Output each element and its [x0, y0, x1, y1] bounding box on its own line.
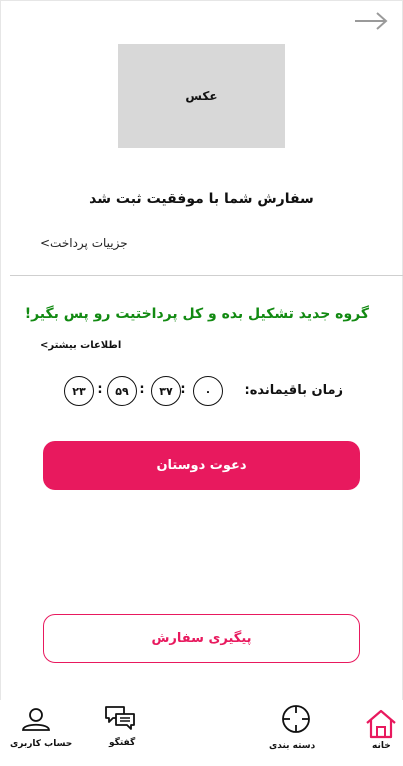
track-order-button[interactable]: پیگیری سفارش — [43, 614, 360, 663]
order-photo: عکس — [118, 44, 285, 148]
user-icon — [22, 708, 50, 731]
timer-label: زمان باقیمانده: — [244, 383, 343, 398]
nav-item-account[interactable]: حساب کاربری — [0, 700, 80, 762]
chat-icon — [105, 706, 135, 730]
timer-days: ۰ — [193, 376, 223, 406]
nav-label-account: حساب کاربری — [10, 739, 73, 749]
divider — [10, 275, 403, 276]
timer-separator: : — [97, 382, 103, 397]
photo-label: عکس — [185, 89, 218, 103]
timer-seconds: ۲۳ — [64, 376, 94, 406]
timer-hours: ۳۷ — [151, 376, 181, 406]
bottom-nav: حساب کاربری گفتگو دسته بندی خانه — [0, 700, 403, 766]
arrow-right-icon[interactable] — [353, 8, 389, 34]
nav-label-categories: دسته بندی — [269, 741, 316, 751]
nav-item-categories[interactable]: دسته بندی — [262, 700, 326, 762]
success-title: سفارش شما با موفقیت ثبت شد — [89, 191, 314, 207]
more-info-link[interactable]: اطلاعات بیشتر> — [40, 340, 121, 351]
promo-headline: گروه جدید تشکیل بده و کل پرداختیت رو پس … — [24, 306, 369, 322]
timer-minutes: ۵۹ — [107, 376, 137, 406]
nav-label-chat: گفتگو — [109, 738, 136, 748]
payment-details-link[interactable]: جزییات پرداخت> — [40, 236, 128, 250]
crosshair-icon — [282, 705, 310, 733]
nav-label-home: خانه — [372, 741, 391, 751]
invite-friends-button[interactable]: دعوت دوستان — [43, 441, 360, 490]
nav-item-home[interactable]: خانه — [360, 700, 403, 762]
home-icon — [366, 709, 396, 739]
timer-separator: : — [139, 382, 145, 397]
nav-item-chat[interactable]: گفتگو — [96, 700, 144, 762]
